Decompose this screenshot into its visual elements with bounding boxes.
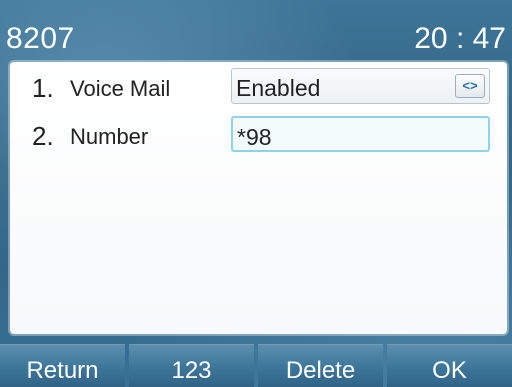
- settings-panel: 1. Voice Mail Enabled <> 2. Number *98: [10, 62, 507, 334]
- row-index: 2.: [32, 121, 54, 151]
- return-button[interactable]: Return: [0, 344, 125, 387]
- number-input[interactable]: *98: [231, 116, 490, 152]
- row-index: 1.: [32, 73, 54, 103]
- voice-mail-value: Enabled: [236, 75, 321, 101]
- left-right-arrows-icon[interactable]: <>: [455, 74, 485, 98]
- ok-button[interactable]: OK: [387, 344, 512, 387]
- clock: 20 : 47: [414, 22, 506, 55]
- status-bar: 8207 20 : 47: [0, 0, 512, 64]
- voice-mail-row[interactable]: 1. Voice Mail Enabled <>: [10, 66, 507, 110]
- number-row[interactable]: 2. Number *98: [10, 114, 507, 158]
- number-label: Number: [70, 124, 149, 149]
- softkey-bar: Return 123 Delete OK: [0, 344, 512, 387]
- number-value: *98: [237, 124, 272, 150]
- account-number: 8207: [6, 22, 75, 55]
- voice-mail-label: Voice Mail: [70, 76, 171, 101]
- delete-button[interactable]: Delete: [258, 344, 383, 387]
- input-mode-button[interactable]: 123: [129, 344, 254, 387]
- phone-screen: 8207 20 : 47 1. Voice Mail Enabled <> 2.…: [0, 0, 512, 387]
- voice-mail-select[interactable]: Enabled <>: [231, 68, 490, 104]
